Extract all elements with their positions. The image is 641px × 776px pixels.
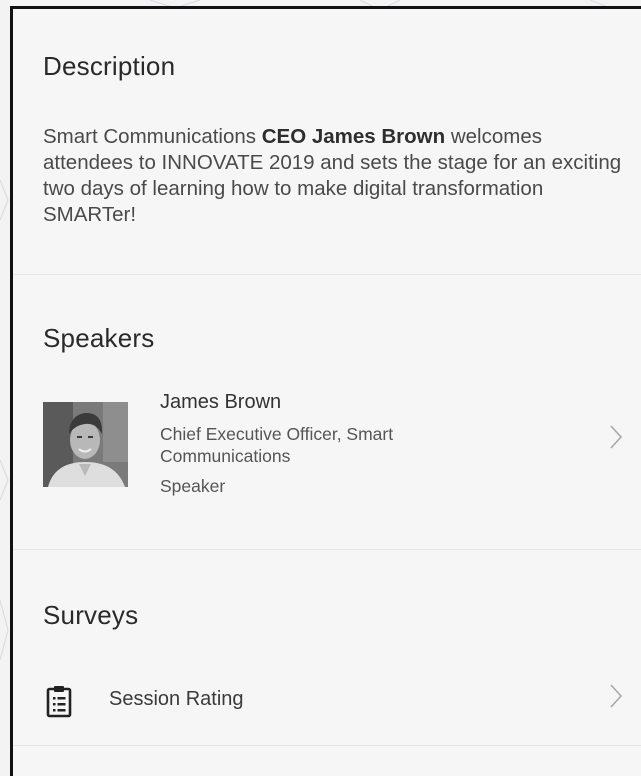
surveys-heading: Surveys	[43, 600, 139, 630]
survey-list-item[interactable]: Session Rating	[13, 674, 641, 730]
speaker-role: Chief Executive Officer, Smart Communica…	[160, 424, 394, 466]
description-text-start: Smart Communications	[43, 125, 262, 148]
chevron-right-icon[interactable]	[609, 682, 623, 717]
description-text-bold: CEO James Brown	[261, 125, 446, 148]
survey-label: Session Rating	[109, 688, 244, 710]
clipboard-icon	[46, 684, 72, 718]
speaker-name: James Brown	[160, 391, 282, 413]
speakers-heading: Speakers	[43, 323, 155, 353]
speaker-avatar	[43, 402, 128, 487]
speakers-section: Speakers James Brown Chief Executive Off…	[13, 275, 641, 550]
session-detail-panel: Description Smart Communications CEO Jam…	[10, 6, 641, 776]
description-section: Description Smart Communications CEO Jam…	[13, 9, 641, 275]
description-heading: Description	[43, 51, 176, 81]
description-text: Smart Communications CEO James Brown wel…	[43, 124, 628, 228]
surveys-section: Surveys Session Rating	[13, 550, 641, 746]
chevron-right-icon[interactable]	[609, 423, 623, 458]
speaker-type-label: Speaker	[160, 476, 226, 496]
speaker-list-item[interactable]: James Brown Chief Executive Officer, Sma…	[13, 385, 641, 515]
